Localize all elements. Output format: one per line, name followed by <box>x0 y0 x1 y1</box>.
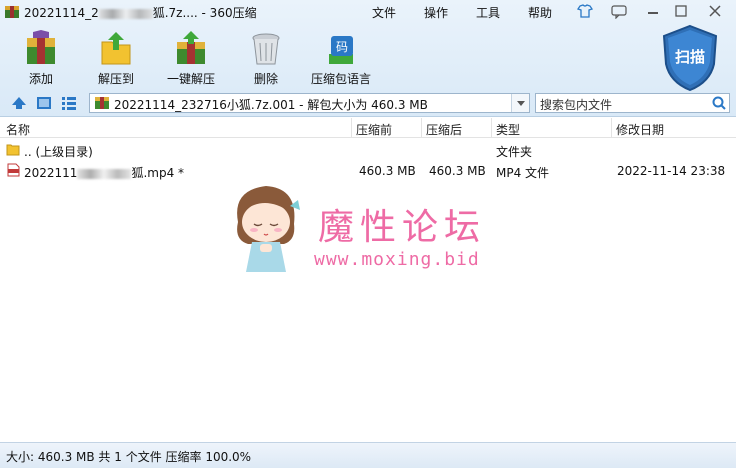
feedback-icon[interactable] <box>610 3 628 19</box>
menu-file[interactable]: 文件 <box>372 4 396 21</box>
mp4-file-icon <box>7 163 20 177</box>
folder-icon <box>6 144 20 156</box>
archive-language-button[interactable]: 码 压缩包语言 <box>309 30 373 88</box>
extract-to-button[interactable]: 解压到 <box>84 30 148 88</box>
status-bar: 大小: 460.3 MB 共 1 个文件 压缩率 100.0% <box>0 442 736 468</box>
menu-help[interactable]: 帮助 <box>528 4 552 21</box>
address-bar[interactable]: 20221114_232716小狐.7z.001 - 解包大小为 460.3 M… <box>89 93 530 113</box>
icon-view-icon[interactable] <box>35 94 53 112</box>
top-area: 20221114_2狐.7z.... - 360压缩 文件 操作 工具 帮助 <box>0 0 736 117</box>
row-size-after: 460.3 MB <box>429 164 486 178</box>
add-label: 添加 <box>28 72 53 86</box>
archive-language-label: 压缩包语言 <box>310 72 371 86</box>
shield-icon: 扫描 <box>662 24 718 92</box>
chevron-down-icon <box>517 101 525 106</box>
one-click-extract-label: 一键解压 <box>166 72 215 86</box>
up-arrow-icon[interactable] <box>10 94 28 112</box>
search-icon[interactable] <box>711 95 727 111</box>
one-click-extract-icon <box>177 31 205 64</box>
row-size-before: 460.3 MB <box>359 164 416 178</box>
column-type[interactable]: 类型 <box>496 121 520 138</box>
row-type: MP4 文件 <box>496 166 550 180</box>
window-title: 20221114_2 狐.7z.... - 360压缩 <box>24 6 257 20</box>
maximize-icon[interactable] <box>672 3 690 19</box>
trash-icon <box>252 33 280 65</box>
extract-to-label: 解压到 <box>97 72 134 86</box>
extract-to-icon <box>101 32 131 65</box>
table-row[interactable]: 2022111 狐.mp4 * 460.3 MB 460.3 MB MP4 文件 … <box>0 161 736 181</box>
status-text: 大小: 460.3 MB 共 1 个文件 压缩率 100.0% <box>6 450 252 464</box>
row-modified-date: 2022-11-14 23:38 <box>617 164 726 178</box>
skin-icon[interactable] <box>576 3 594 19</box>
table-row[interactable]: .. (上级目录) 文件夹 <box>0 140 736 160</box>
delete-label: 删除 <box>253 72 278 86</box>
row-name: 2022111 狐.mp4 * <box>24 166 185 180</box>
menu-operation[interactable]: 操作 <box>424 4 448 21</box>
column-size-after[interactable]: 压缩后 <box>426 121 462 138</box>
watermark-title: 魔性论坛 <box>318 207 487 248</box>
column-name[interactable]: 名称 <box>6 121 30 138</box>
column-modified-date[interactable]: 修改日期 <box>616 121 664 138</box>
row-name: .. (上级目录) <box>24 145 93 159</box>
column-divider[interactable] <box>491 118 492 138</box>
address-dropdown[interactable] <box>511 94 529 112</box>
column-divider[interactable] <box>351 118 352 138</box>
language-badge-text: 码 <box>336 40 348 54</box>
app-icon <box>5 6 19 18</box>
redacted-text <box>77 168 132 179</box>
menu-tools[interactable]: 工具 <box>476 4 500 21</box>
list-view-icon[interactable] <box>60 94 78 112</box>
redacted-text <box>98 8 153 19</box>
one-click-extract-button[interactable]: 一键解压 <box>159 30 223 88</box>
mascot-girl-image <box>237 186 300 272</box>
add-button[interactable]: 添加 <box>9 30 73 88</box>
row-type: 文件夹 <box>496 145 533 159</box>
watermark-url: www.moxing.bid <box>314 249 480 270</box>
close-icon[interactable] <box>706 3 724 19</box>
file-list-header: 名称 压缩前 压缩后 类型 修改日期 <box>0 118 736 138</box>
column-size-before[interactable]: 压缩前 <box>356 121 392 138</box>
add-archive-icon <box>27 30 55 64</box>
column-divider[interactable] <box>421 118 422 138</box>
search-placeholder: 搜索包内文件 <box>540 98 613 112</box>
scan-button[interactable]: 扫描 <box>660 24 720 92</box>
title-bar: 20221114_2 狐.7z.... - 360压缩 文件 操作 工具 帮助 <box>0 0 736 24</box>
address-path: 20221114_232716小狐.7z.001 - 解包大小为 460.3 M… <box>114 98 428 112</box>
minimize-icon[interactable] <box>644 3 662 19</box>
column-divider[interactable] <box>611 118 612 138</box>
archive-icon <box>95 97 109 109</box>
archive-language-icon: 码 <box>329 36 353 64</box>
delete-button[interactable]: 删除 <box>234 30 298 88</box>
scan-label: 扫描 <box>675 48 705 66</box>
search-field[interactable]: 搜索包内文件 <box>535 93 730 113</box>
